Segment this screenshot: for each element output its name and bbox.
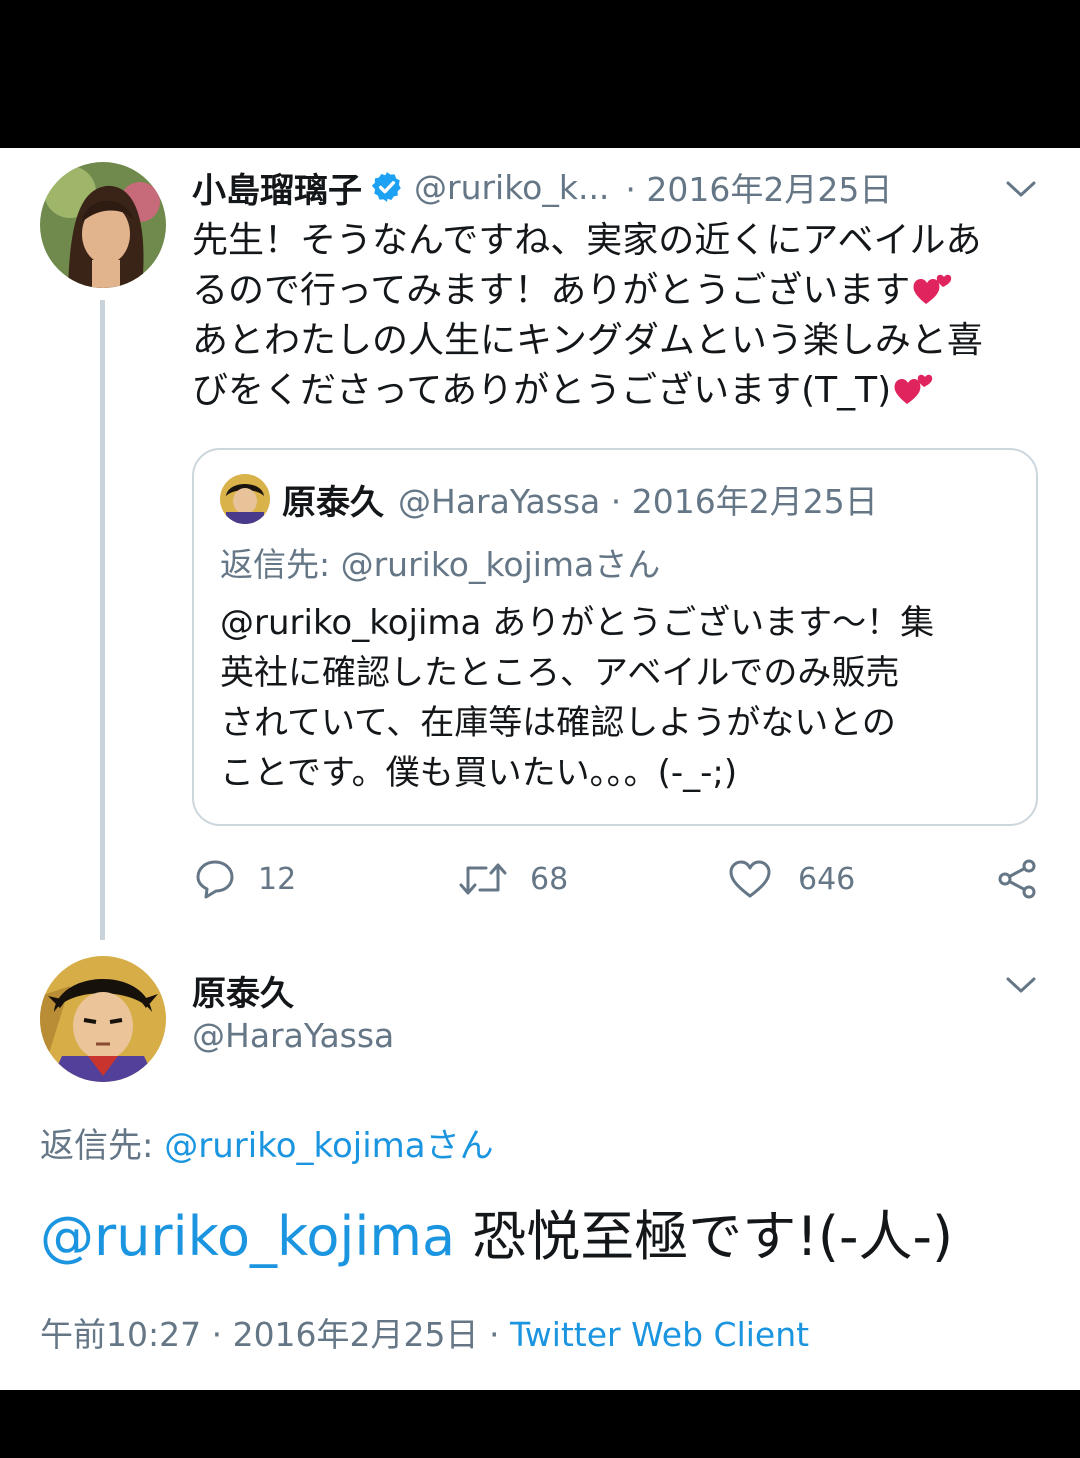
bottom-black-bar	[0, 1390, 1080, 1458]
quoted-tweet-text: @ruriko_kojima ありがとうございます～！集 英社に確認したところ、…	[220, 598, 1020, 798]
reply-author-avatar[interactable]	[40, 956, 166, 1082]
two-hearts-emoji-icon	[894, 374, 933, 404]
reply-tweet-text: @ruriko_kojima 恐悦至極です!(-人-)	[40, 1192, 953, 1271]
retweet-icon	[459, 863, 507, 895]
share-icon	[998, 859, 1036, 899]
reply-author-name[interactable]: 原泰久	[192, 966, 294, 1015]
top-black-bar	[0, 0, 1080, 148]
like-count: 646	[798, 861, 856, 897]
quoted-author-name: 原泰久	[282, 482, 384, 523]
reply-to-line: 返信先: @ruriko_kojimaさん	[40, 1118, 494, 1167]
author-name[interactable]: 小島瑠璃子	[192, 163, 362, 212]
mention-link[interactable]: @ruriko_kojima	[40, 1205, 455, 1268]
quoted-tweet-card[interactable]: 原泰久 @HaraYassa · 2016年2月25日 返信先: @ruriko…	[192, 448, 1038, 826]
tweet-date[interactable]: · 2016年2月25日	[625, 163, 892, 211]
reply-author-handle[interactable]: @HaraYassa	[192, 1016, 394, 1055]
chevron-down-icon[interactable]	[1004, 974, 1038, 996]
tweet-timestamp-line: 午前10:27 · 2016年2月25日 · Twitter Web Clien…	[40, 1308, 809, 1356]
quoted-text-line: 英社に確認したところ、アベイルでのみ販売	[220, 653, 900, 693]
reply-action[interactable]: 12	[194, 852, 296, 906]
quoted-author-avatar	[220, 474, 270, 524]
tweet-text-line: 先生！そうなんですね、実家の近くにアベイルあ	[192, 220, 982, 261]
quoted-text-line: されていて、在庫等は確認しようがないとの	[220, 703, 896, 743]
tweet-header: 小島瑠璃子 @ruriko_k... · 2016年2月25日	[192, 162, 892, 212]
thread-connector-line	[100, 300, 105, 940]
reply-icon	[196, 860, 234, 899]
tweet-text-line: るので行ってみます！ありがとうございます	[192, 266, 1052, 316]
chevron-down-icon[interactable]	[1004, 178, 1038, 200]
quoted-text-line: @ruriko_kojima ありがとうございます～！集	[220, 603, 935, 643]
quoted-text-line: ことです。僕も買いたい。。。(-_-;)	[220, 753, 738, 793]
heart-icon	[729, 860, 771, 898]
share-action[interactable]	[996, 852, 1038, 906]
tweet-text-line: あとわたしの人生にキングダムという楽しみと喜	[192, 320, 983, 361]
reply-count: 12	[258, 861, 297, 897]
source-link[interactable]: Twitter Web Client	[510, 1315, 809, 1354]
like-action[interactable]: 646	[728, 852, 855, 906]
two-hearts-emoji-icon	[913, 274, 952, 304]
author-avatar[interactable]	[40, 162, 166, 288]
retweet-count: 68	[530, 861, 569, 897]
verified-badge-icon	[371, 172, 401, 202]
reply-to-user-link[interactable]: @ruriko_kojimaさん	[164, 1126, 493, 1166]
retweet-action[interactable]: 68	[458, 852, 568, 906]
reply-to-label: 返信先:	[40, 1126, 165, 1166]
tweet-text-line: びをくださってありがとうございます(T_T)	[192, 366, 1052, 416]
author-handle[interactable]: @ruriko_k...	[414, 168, 609, 207]
quoted-reply-to: 返信先: @ruriko_kojimaさん	[220, 545, 661, 584]
quoted-tweet-header: 原泰久 @HaraYassa · 2016年2月25日	[220, 474, 878, 524]
reply-body-text: 恐悦至極です!(-人-)	[455, 1205, 954, 1268]
quoted-handle-date: @HaraYassa · 2016年2月25日	[398, 482, 878, 521]
tweet-text: 先生！そうなんですね、実家の近くにアベイルあ るので行ってみます！ありがとうござ…	[192, 216, 1052, 416]
tweet-timestamp: 午前10:27 · 2016年2月25日 ·	[40, 1315, 511, 1354]
